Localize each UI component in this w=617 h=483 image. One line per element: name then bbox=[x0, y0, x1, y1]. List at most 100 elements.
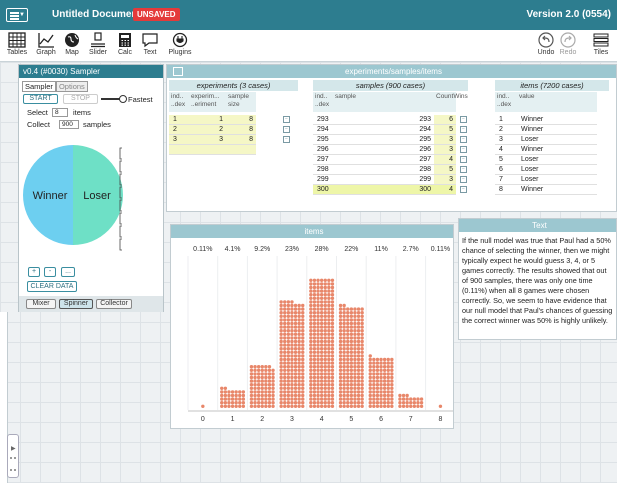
data-dot[interactable] bbox=[267, 372, 272, 376]
data-dot[interactable] bbox=[349, 354, 354, 358]
data-dot[interactable] bbox=[283, 383, 287, 387]
data-dot[interactable] bbox=[279, 311, 283, 315]
data-dot[interactable] bbox=[293, 347, 298, 351]
data-dot[interactable] bbox=[372, 397, 376, 401]
data-dot[interactable] bbox=[330, 390, 335, 394]
data-dot[interactable] bbox=[297, 329, 301, 333]
data-dot[interactable] bbox=[293, 357, 298, 362]
data-dot[interactable] bbox=[297, 354, 301, 358]
data-dot[interactable] bbox=[316, 311, 320, 315]
data-dot[interactable] bbox=[301, 365, 305, 369]
data-dot[interactable] bbox=[230, 397, 235, 401]
data-dot[interactable] bbox=[297, 347, 301, 351]
data-dot[interactable] bbox=[338, 386, 343, 390]
data-dot[interactable] bbox=[316, 375, 320, 380]
sample-row-cell[interactable]: 298 bbox=[333, 165, 434, 175]
data-dot[interactable] bbox=[379, 404, 383, 408]
item-row-cell[interactable]: 3 bbox=[495, 135, 517, 145]
data-dot[interactable] bbox=[301, 303, 305, 308]
data-dot[interactable] bbox=[353, 321, 357, 326]
data-dot[interactable] bbox=[360, 339, 364, 344]
data-dot[interactable] bbox=[319, 314, 324, 318]
data-dot[interactable] bbox=[349, 350, 354, 354]
data-dot[interactable] bbox=[267, 393, 272, 398]
data-dot[interactable] bbox=[241, 397, 246, 401]
data-dot[interactable] bbox=[279, 375, 283, 380]
data-dot[interactable] bbox=[327, 404, 331, 408]
data-dot[interactable] bbox=[316, 350, 320, 354]
data-dot[interactable] bbox=[372, 361, 376, 365]
item-row-cell[interactable]: Winner bbox=[517, 145, 597, 155]
data-dot[interactable] bbox=[290, 325, 294, 329]
data-dot[interactable] bbox=[390, 383, 394, 387]
data-dot[interactable] bbox=[353, 397, 357, 401]
speed-slider-thumb[interactable] bbox=[119, 95, 127, 103]
data-dot[interactable] bbox=[379, 401, 383, 405]
data-dot[interactable] bbox=[316, 390, 320, 394]
data-dot[interactable] bbox=[234, 397, 238, 401]
data-dot[interactable] bbox=[290, 303, 294, 308]
data-dot[interactable] bbox=[230, 390, 235, 394]
data-dot[interactable] bbox=[349, 375, 354, 380]
item-row-cell[interactable]: Loser bbox=[517, 175, 597, 185]
data-dot[interactable] bbox=[230, 393, 235, 398]
data-dot[interactable] bbox=[327, 314, 331, 318]
data-dot[interactable] bbox=[316, 329, 320, 333]
device-mixer[interactable]: Mixer bbox=[26, 299, 56, 309]
data-dot[interactable] bbox=[327, 347, 331, 351]
data-dot[interactable] bbox=[316, 303, 320, 308]
table-icon[interactable] bbox=[173, 67, 183, 76]
data-dot[interactable] bbox=[271, 368, 275, 372]
items-header-0[interactable]: ind.. ..dex bbox=[495, 92, 517, 112]
data-dot[interactable] bbox=[279, 397, 283, 401]
device-collector[interactable]: Collector bbox=[96, 299, 132, 309]
data-dot[interactable] bbox=[309, 285, 313, 290]
data-dot[interactable] bbox=[327, 318, 331, 322]
data-dot[interactable] bbox=[290, 365, 294, 369]
data-dot[interactable] bbox=[301, 372, 305, 376]
data-dot[interactable] bbox=[368, 375, 372, 380]
data-dot[interactable] bbox=[405, 401, 409, 405]
data-dot[interactable] bbox=[316, 300, 320, 304]
items-graph-tile[interactable]: items 0 0.11% 1 4.1% 2 9.2% 3 23% 4 28% 5 22% 6 11% 7 2… bbox=[170, 224, 456, 436]
data-dot[interactable] bbox=[390, 390, 394, 394]
data-dot[interactable] bbox=[312, 311, 317, 315]
sample-row-cell[interactable]: 3 bbox=[434, 145, 456, 155]
data-dot[interactable] bbox=[220, 390, 224, 394]
data-dot[interactable] bbox=[309, 303, 313, 308]
data-dot[interactable] bbox=[253, 365, 257, 369]
data-dot[interactable] bbox=[349, 361, 354, 365]
data-dot[interactable] bbox=[398, 397, 402, 401]
sample-row-cell[interactable]: 3 bbox=[434, 175, 456, 185]
data-dot[interactable] bbox=[241, 404, 246, 408]
data-dot[interactable] bbox=[330, 336, 335, 340]
data-dot[interactable] bbox=[330, 397, 335, 401]
data-dot[interactable] bbox=[271, 372, 275, 376]
data-dot[interactable] bbox=[249, 404, 254, 408]
data-dot[interactable] bbox=[379, 393, 383, 398]
data-dot[interactable] bbox=[286, 404, 291, 408]
samples-expand-icon[interactable]: − bbox=[460, 136, 467, 143]
data-dot[interactable] bbox=[360, 397, 364, 401]
data-dot[interactable] bbox=[316, 289, 320, 293]
sample-row-cell[interactable]: 295 bbox=[313, 135, 333, 145]
data-dot[interactable] bbox=[356, 401, 361, 405]
data-dot[interactable] bbox=[220, 397, 224, 401]
data-dot[interactable] bbox=[353, 383, 357, 387]
data-dot[interactable] bbox=[372, 368, 376, 372]
data-dot[interactable] bbox=[271, 379, 275, 383]
data-dot[interactable] bbox=[301, 339, 305, 344]
data-dot[interactable] bbox=[290, 314, 294, 318]
data-dot[interactable] bbox=[342, 368, 346, 372]
data-dot[interactable] bbox=[271, 393, 275, 398]
data-dot[interactable] bbox=[238, 390, 242, 394]
data-dot[interactable] bbox=[327, 375, 331, 380]
data-dot[interactable] bbox=[360, 347, 364, 351]
data-dot[interactable] bbox=[327, 354, 331, 358]
data-dot[interactable] bbox=[379, 365, 383, 369]
clear-data-button[interactable]: CLEAR DATA bbox=[27, 281, 77, 292]
data-dot[interactable] bbox=[386, 383, 390, 387]
data-dot[interactable] bbox=[264, 379, 268, 383]
item-row-cell[interactable]: Loser bbox=[517, 135, 597, 145]
data-dot[interactable] bbox=[309, 332, 313, 336]
